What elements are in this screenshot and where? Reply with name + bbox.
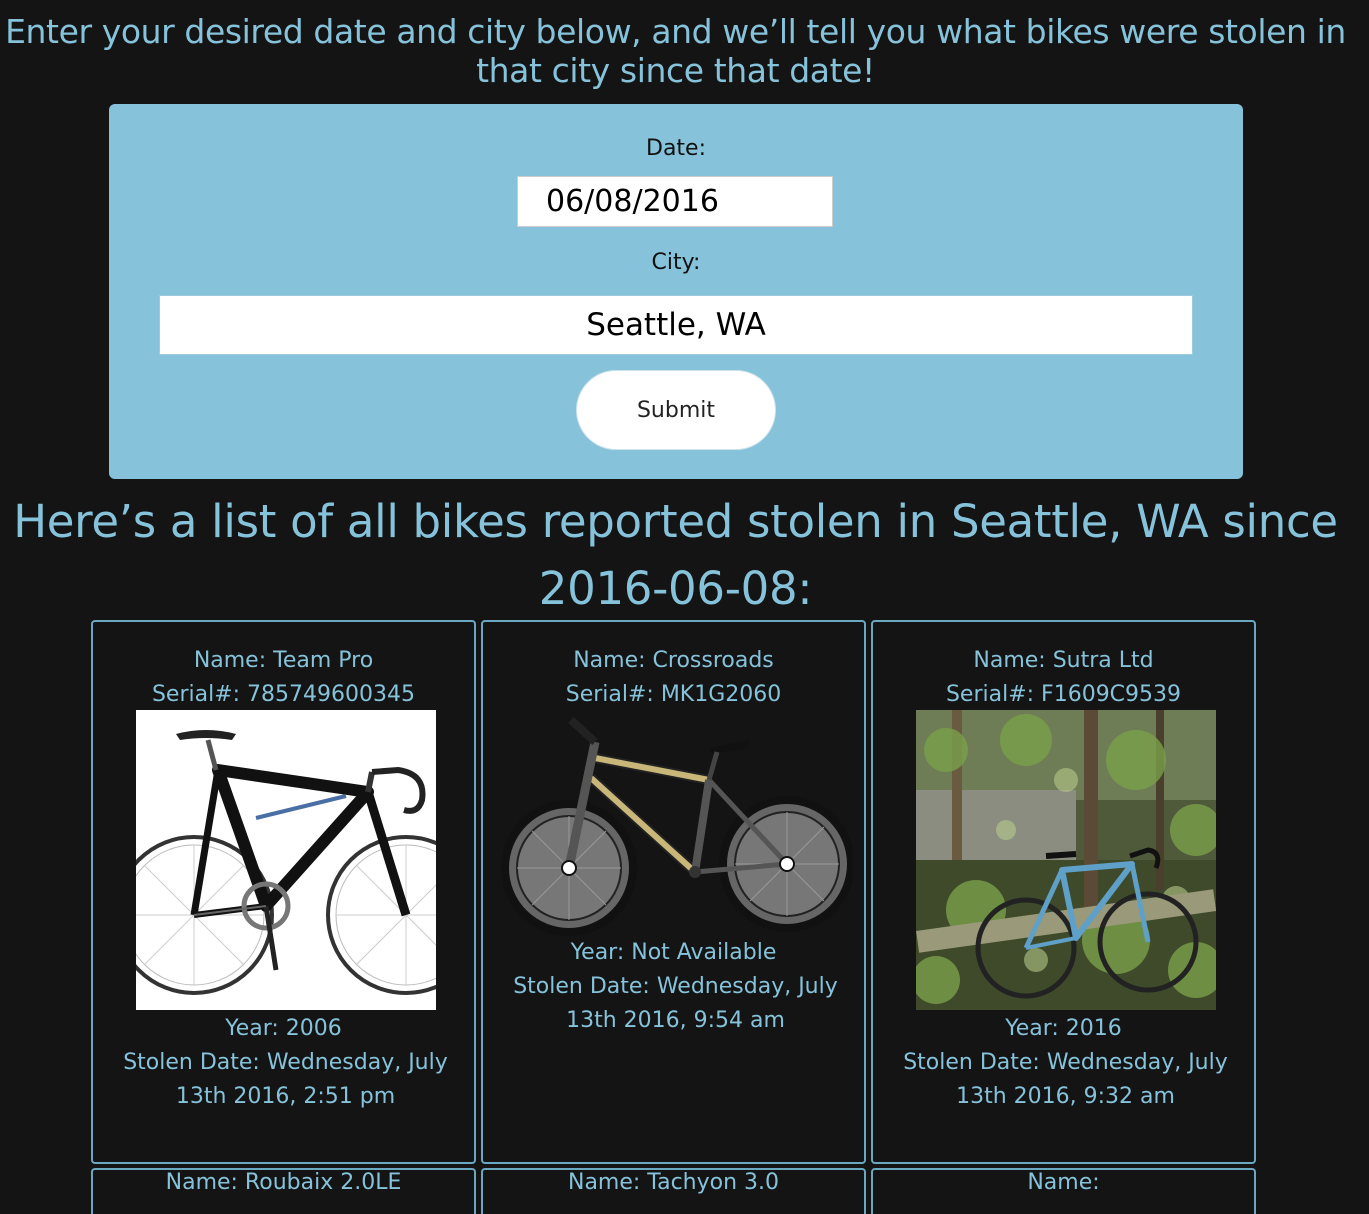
bike-name: Name: Sutra Ltd (973, 648, 1154, 673)
submit-button[interactable]: Submit (576, 370, 776, 450)
bike-name: Name: Team Pro (193, 648, 374, 673)
date-input[interactable] (517, 176, 833, 227)
page: Enter your desired date and city below, … (0, 0, 1369, 1214)
bike-name: Name: (1027, 1170, 1100, 1195)
bike-year: Year: Not Available (570, 940, 777, 965)
bike-card[interactable]: Name: Sutra Ltd Serial#: F1609C9539 Year… (871, 620, 1256, 1164)
city-label: City: (651, 250, 701, 275)
bike-serial: Serial#: F1609C9539 (945, 682, 1182, 707)
bike-year: Year: 2006 (225, 1016, 342, 1041)
bike-card[interactable]: Name: Tachyon 3.0 (481, 1168, 866, 1214)
bike-stolen-date: Stolen Date: Wednesday, July 13th 2016, … (123, 1050, 448, 1109)
bike-stolen-date: Stolen Date: Wednesday, July 13th 2016, … (513, 974, 838, 1033)
bike-serial: Serial#: MK1G2060 (565, 682, 782, 707)
bike-name: Name: Crossroads (573, 648, 774, 673)
bike-card[interactable]: Name: Crossroads Serial#: MK1G2060 Year:… (481, 620, 866, 1164)
bike-card[interactable]: Name: (871, 1168, 1256, 1214)
bike-name: Name: Roubaix 2.0LE (165, 1170, 402, 1195)
bike-year: Year: 2016 (1005, 1016, 1122, 1041)
bike-serial: Serial#: 785749600345 (151, 682, 416, 707)
bike-photo (916, 710, 1216, 1010)
bike-card[interactable]: Name: Team Pro Serial#: 785749600345 Yea… (91, 620, 476, 1164)
bike-card[interactable]: Name: Roubaix 2.0LE (91, 1168, 476, 1214)
date-label: Date: (646, 136, 706, 161)
bike-photo (136, 710, 436, 1010)
city-input[interactable] (159, 295, 1193, 355)
bike-stolen-date: Stolen Date: Wednesday, July 13th 2016, … (903, 1050, 1228, 1109)
bike-name: Name: Tachyon 3.0 (567, 1170, 780, 1195)
bike-illustration (499, 708, 853, 938)
intro-text: Enter your desired date and city below, … (5, 12, 1346, 90)
search-form: Date: City: Submit (109, 104, 1243, 479)
results-title: Here’s a list of all bikes reported stol… (13, 495, 1338, 615)
